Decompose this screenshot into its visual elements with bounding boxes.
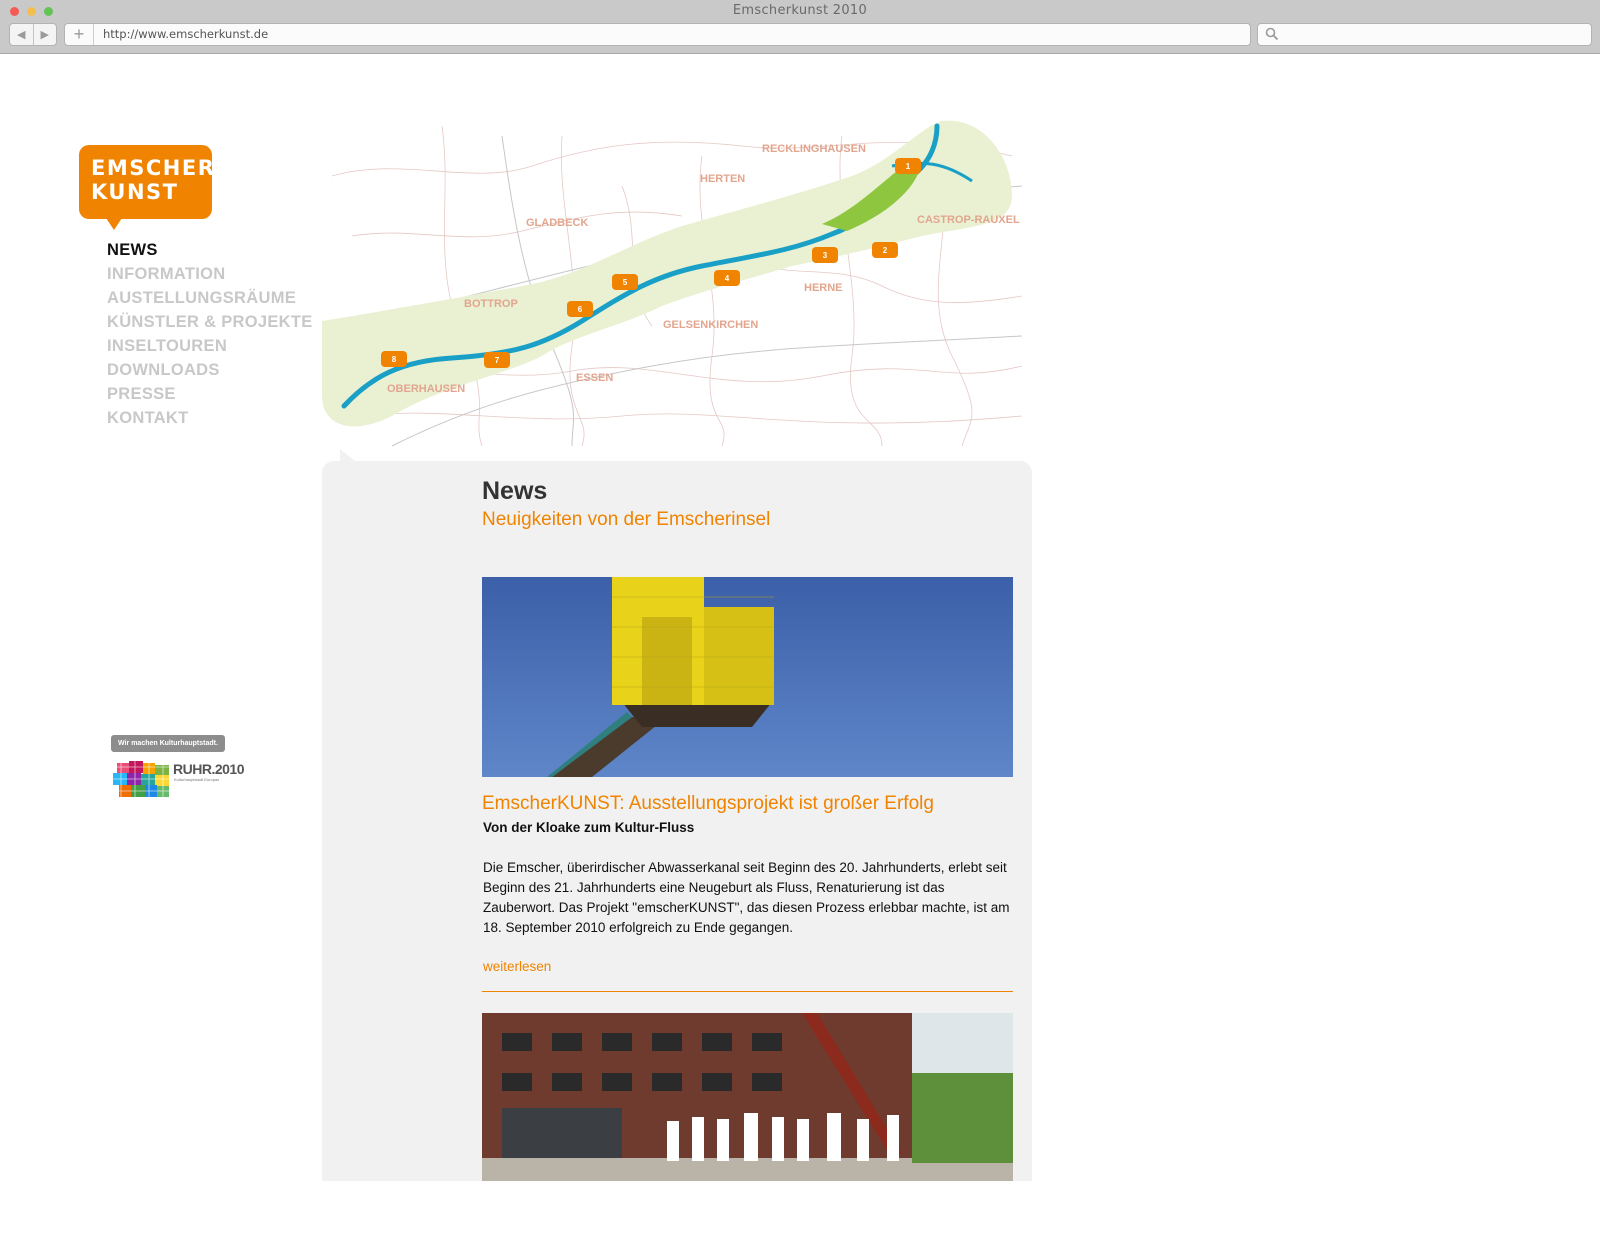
article-subtitle: Von der Kloake zum Kultur-Fluss — [483, 820, 695, 835]
map-label-gelsenkirchen: GELSENKIRCHEN — [663, 319, 758, 331]
news-panel: News Neuigkeiten von der Emscherinsel Em… — [322, 461, 1032, 1181]
chevron-left-icon: ◀ — [17, 29, 26, 41]
map-label-essen: ESSEN — [576, 372, 613, 384]
emscher-island-map[interactable]: RECKLINGHAUSEN HERTEN GLADBECK CASTROP-R… — [322, 116, 1032, 448]
map-marker-3-label: 3 — [823, 251, 828, 260]
page-subtitle: Neuigkeiten von der Emscherinsel — [482, 509, 771, 530]
nav-item-kuenstler-projekte[interactable]: KÜNSTLER & PROJEKTE — [107, 310, 313, 334]
map-marker-4-label: 4 — [725, 274, 730, 283]
page-title: News — [482, 477, 548, 505]
main-navigation: NEWS INFORMATION AUSTELLUNGSRÄUME KÜNSTL… — [107, 238, 313, 430]
logo-speech-tail — [106, 218, 122, 230]
nav-item-news[interactable]: NEWS — [107, 238, 313, 262]
address-bar[interactable]: + http://www.emscherkunst.de — [64, 23, 1251, 46]
window-title: Emscherkunst 2010 — [732, 3, 868, 18]
map-label-castrop-rauxel: CASTROP-RAUXEL — [917, 214, 1020, 226]
article-image-group-photo[interactable] — [482, 1013, 1013, 1181]
ruhr2010-tagline: Wir machen Kulturhauptstadt. — [111, 735, 225, 752]
history-buttons: ◀ ▶ — [9, 23, 57, 46]
article-image-yellow-sculpture[interactable] — [482, 577, 1013, 777]
logo-wordmark: EMSCHER KUNST — [91, 156, 215, 204]
map-marker-8-label: 8 — [392, 355, 397, 364]
map-marker-5-label: 5 — [623, 278, 628, 287]
back-button[interactable]: ◀ — [10, 24, 33, 45]
ruhr2010-badge[interactable]: Wir machen Kulturhauptstadt. RUHR.2010 K… — [111, 735, 244, 815]
nav-item-kontakt[interactable]: KONTAKT — [107, 406, 313, 430]
nav-item-information[interactable]: INFORMATION — [107, 262, 313, 286]
forward-button[interactable]: ▶ — [32, 24, 57, 45]
ruhr2010-logo-mosaic — [113, 761, 171, 799]
logo-line-1: EMSCHER — [91, 156, 216, 180]
nav-item-downloads[interactable]: DOWNLOADS — [107, 358, 313, 382]
ruhr2010-name: RUHR.2010 — [173, 761, 244, 777]
map-label-oberhausen: OBERHAUSEN — [387, 383, 465, 395]
read-more-link[interactable]: weiterlesen — [483, 959, 551, 974]
nav-item-presse[interactable]: PRESSE — [107, 382, 313, 406]
map-label-herten: HERTEN — [700, 173, 745, 185]
map-label-gladbeck: GLADBECK — [526, 217, 588, 229]
logo-line-2: KUNST — [91, 180, 179, 204]
map-marker-2-label: 2 — [883, 246, 888, 255]
search-icon — [1265, 27, 1279, 41]
address-url[interactable]: http://www.emscherkunst.de — [103, 27, 268, 41]
map-label-bottrop: BOTTROP — [464, 298, 518, 310]
nav-item-inseltouren[interactable]: INSELTOUREN — [107, 334, 313, 358]
search-field[interactable] — [1257, 23, 1592, 46]
chevron-right-icon: ▶ — [40, 29, 49, 41]
emscherkunst-logo[interactable]: EMSCHER KUNST — [79, 145, 215, 219]
nav-item-ausstellungsraeume[interactable]: AUSTELLUNGSRÄUME — [107, 286, 313, 310]
map-label-recklinghausen: RECKLINGHAUSEN — [762, 143, 866, 155]
ruhr2010-subtitle: Kulturhauptstadt Europas — [174, 777, 220, 782]
map-marker-7-label: 7 — [495, 356, 500, 365]
map-marker-6-label: 6 — [578, 305, 583, 314]
article-title[interactable]: EmscherKUNST: Ausstellungsprojekt ist gr… — [482, 793, 934, 815]
article-body: Die Emscher, überirdischer Abwasserkanal… — [483, 860, 1010, 935]
browser-chrome: Emscherkunst 2010 ◀ ▶ + http://www.emsch… — [0, 0, 1600, 54]
map-marker-1-label: 1 — [906, 162, 911, 171]
new-tab-plus-icon[interactable]: + — [65, 24, 94, 45]
article-divider — [482, 991, 1013, 992]
map-label-herne: HERNE — [804, 282, 843, 294]
